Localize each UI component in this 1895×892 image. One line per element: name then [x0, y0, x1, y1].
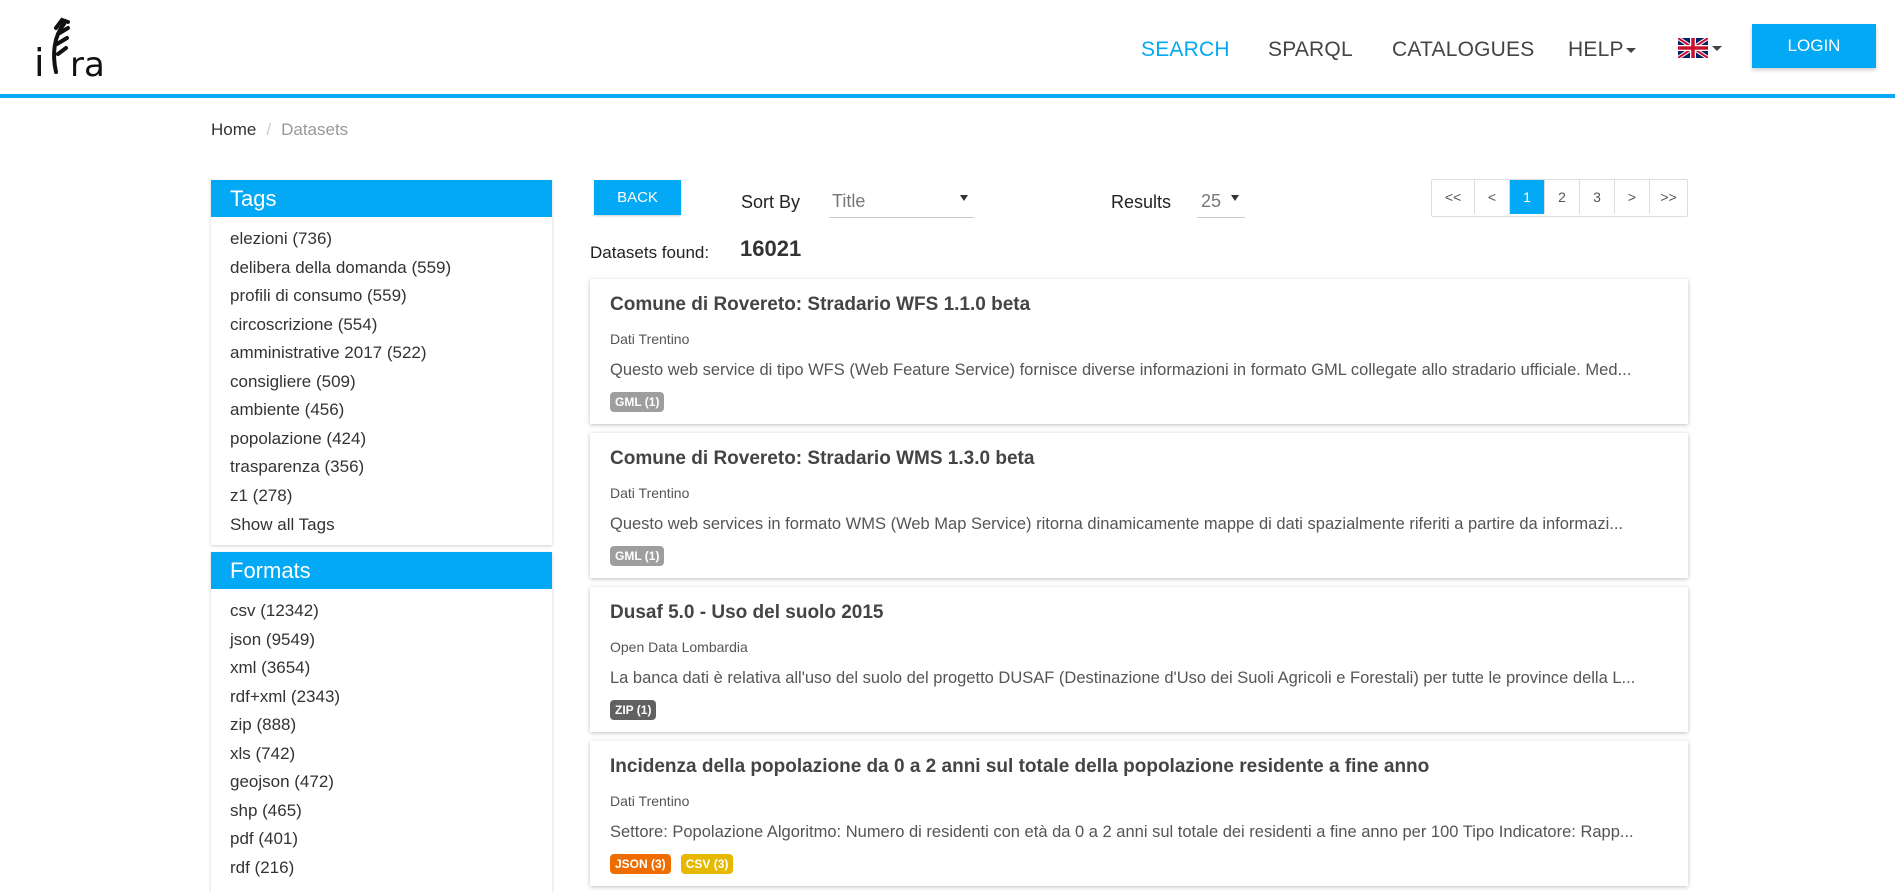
dataset-card[interactable]: Comune di Rovereto: Stradario WFS 1.1.0 …	[590, 279, 1688, 424]
tag-item[interactable]: popolazione (424)	[230, 425, 552, 454]
nav-search[interactable]: SEARCH	[1141, 38, 1230, 62]
tag-item[interactable]: elezioni (736)	[230, 225, 552, 254]
tag-item[interactable]: ambiente (456)	[230, 396, 552, 425]
format-item[interactable]: csv (12342)	[230, 597, 552, 626]
svg-text:i: i	[34, 41, 45, 84]
sort-by-value: Title	[832, 191, 866, 211]
breadcrumb-home[interactable]: Home	[211, 120, 256, 139]
dataset-format-badges: JSON (3) CSV (3)	[610, 854, 734, 874]
pagination-page-1[interactable]: 1	[1509, 180, 1544, 214]
idra-logo[interactable]: i ra	[34, 14, 124, 84]
dataset-source: Dati Trentino	[610, 331, 690, 347]
results-per-page-value: 25	[1201, 191, 1222, 211]
format-badge: CSV (3)	[680, 854, 734, 874]
breadcrumb-separator: /	[266, 120, 272, 139]
formats-panel: Formats csv (12342) json (9549) xml (365…	[211, 552, 552, 892]
dataset-title[interactable]: Comune di Rovereto: Stradario WFS 1.1.0 …	[610, 294, 1030, 316]
dataset-description: Questo web service di tipo WFS (Web Feat…	[610, 361, 1632, 379]
results-per-page-select[interactable]: 25	[1197, 187, 1245, 218]
tag-item[interactable]: delibera della domanda (559)	[230, 254, 552, 283]
dropdown-arrow-icon	[960, 195, 968, 201]
show-all-tags-link[interactable]: Show all Tags	[211, 510, 552, 540]
pagination: << < 1 2 3 > >>	[1431, 179, 1688, 217]
tag-item[interactable]: circoscrizione (554)	[230, 311, 552, 340]
format-item[interactable]: json (9549)	[230, 626, 552, 655]
format-item[interactable]: pdf (401)	[230, 825, 552, 854]
format-badge: ZIP (1)	[610, 700, 657, 720]
dataset-description: Settore: Popolazione Algoritmo: Numero d…	[610, 823, 1634, 841]
formats-panel-title: Formats	[211, 552, 552, 589]
svg-text:ra: ra	[70, 45, 105, 84]
tag-item[interactable]: profili di consumo (559)	[230, 282, 552, 311]
pagination-prev[interactable]: <	[1474, 180, 1509, 214]
tags-panel-title: Tags	[211, 180, 552, 217]
dataset-card[interactable]: Comune di Rovereto: Stradario WMS 1.3.0 …	[590, 433, 1688, 578]
breadcrumb: Home / Datasets	[211, 120, 348, 140]
pagination-next[interactable]: >	[1614, 180, 1649, 214]
sort-by-label: Sort By	[741, 192, 801, 212]
dataset-title[interactable]: Dusaf 5.0 - Uso del suolo 2015	[610, 602, 883, 624]
tag-item[interactable]: amministrative 2017 (522)	[230, 339, 552, 368]
tag-item[interactable]: trasparenza (356)	[230, 453, 552, 482]
back-button[interactable]: BACK	[594, 180, 681, 215]
dataset-format-badges: ZIP (1)	[610, 700, 657, 720]
dataset-description: La banca dati è relativa all'uso del suo…	[610, 669, 1636, 687]
dataset-format-badges: GML (1)	[610, 546, 665, 566]
nav-sparql[interactable]: SPARQL	[1268, 38, 1353, 62]
format-item[interactable]: xml (3654)	[230, 654, 552, 683]
format-badge: GML (1)	[610, 546, 665, 566]
pagination-page-3[interactable]: 3	[1579, 180, 1614, 214]
format-item[interactable]: rdf+xml (2343)	[230, 683, 552, 712]
dataset-description: Questo web services in formato WMS (Web …	[610, 515, 1624, 533]
tags-list: elezioni (736) delibera della domanda (5…	[211, 217, 552, 510]
dataset-source: Dati Trentino	[610, 793, 690, 809]
datasets-found-label: Datasets found:	[590, 243, 710, 262]
pagination-first[interactable]: <<	[1432, 180, 1474, 214]
dataset-card[interactable]: Dusaf 5.0 - Uso del suolo 2015 Open Data…	[590, 587, 1688, 732]
results-label: Results	[1111, 192, 1172, 212]
format-item[interactable]: geojson (472)	[230, 768, 552, 797]
sort-by-select[interactable]: Title	[829, 187, 974, 218]
nav-catalogues[interactable]: CATALOGUES	[1392, 38, 1534, 62]
pagination-last[interactable]: >>	[1649, 180, 1687, 214]
format-item[interactable]: zip (888)	[230, 711, 552, 740]
dataset-source: Open Data Lombardia	[610, 639, 748, 655]
tag-item[interactable]: z1 (278)	[230, 482, 552, 511]
top-navbar: i ra SEARCH SPARQL CATALOGUES HELP LOGIN	[0, 0, 1895, 98]
format-item[interactable]: rdf (216)	[230, 854, 552, 883]
nav-help-label: HELP	[1568, 38, 1624, 61]
pagination-page-2[interactable]: 2	[1544, 180, 1579, 214]
dataset-card[interactable]: Incidenza della popolazione da 0 a 2 ann…	[590, 741, 1688, 886]
format-item[interactable]: xls (742)	[230, 740, 552, 769]
format-item[interactable]: shp (465)	[230, 797, 552, 826]
formats-list: csv (12342) json (9549) xml (3654) rdf+x…	[211, 589, 552, 882]
language-selector[interactable]	[1676, 36, 1722, 60]
tags-panel: Tags elezioni (736) delibera della doman…	[211, 180, 552, 545]
datasets-found-count: 16021	[740, 236, 802, 261]
nav-help[interactable]: HELP	[1568, 38, 1636, 62]
uk-flag-icon	[1676, 36, 1710, 60]
chevron-down-icon	[1625, 47, 1636, 53]
dataset-title[interactable]: Incidenza della popolazione da 0 a 2 ann…	[610, 756, 1429, 778]
dropdown-arrow-icon	[1231, 195, 1239, 201]
breadcrumb-current: Datasets	[281, 120, 349, 139]
dataset-title[interactable]: Comune di Rovereto: Stradario WMS 1.3.0 …	[610, 448, 1034, 470]
dataset-format-badges: GML (1)	[610, 392, 665, 412]
tag-item[interactable]: consigliere (509)	[230, 368, 552, 397]
format-badge: JSON (3)	[610, 854, 671, 874]
chevron-down-icon	[1712, 46, 1722, 51]
format-badge: GML (1)	[610, 392, 665, 412]
login-button[interactable]: LOGIN	[1752, 24, 1876, 68]
dataset-source: Dati Trentino	[610, 485, 690, 501]
